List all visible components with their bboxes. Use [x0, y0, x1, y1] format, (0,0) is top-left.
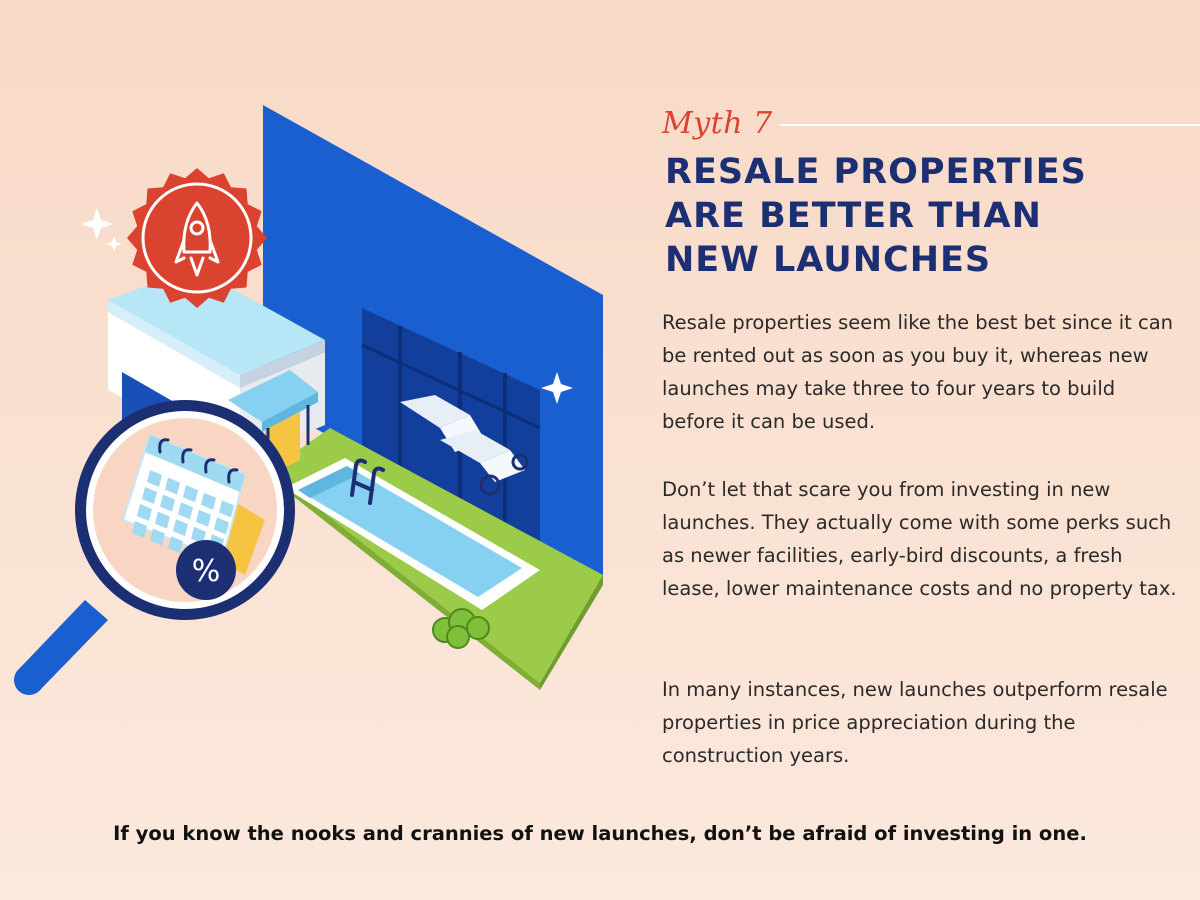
myth-label: Myth 7: [662, 106, 773, 141]
body-paragraph: In many instances, new launches outperfo…: [662, 678, 1168, 767]
headline-line: ARE BETTER THAN: [665, 196, 1042, 236]
percent-badge: %: [176, 540, 236, 600]
property-illustration: %: [14, 105, 603, 695]
body-paragraph: Don’t let that scare you from investing …: [662, 478, 1177, 600]
myth-row: Myth 7: [662, 106, 1200, 146]
rocket-badge: [127, 168, 267, 308]
percent-symbol: %: [192, 554, 221, 589]
sparkle-icon: [81, 208, 113, 240]
myth-divider: [780, 124, 1200, 126]
sparkle-icon: [106, 236, 122, 252]
headline-line: RESALE PROPERTIES: [665, 152, 1087, 192]
body-paragraph: Resale properties seem like the best bet…: [662, 311, 1174, 433]
headline-line: NEW LAUNCHES: [665, 240, 992, 280]
magnifier-handle: [14, 600, 108, 695]
footer-tagline: If you know the nooks and crannies of ne…: [113, 822, 1087, 845]
headline: RESALE PROPERTIES ARE BETTER THAN NEW LA…: [665, 150, 1185, 282]
